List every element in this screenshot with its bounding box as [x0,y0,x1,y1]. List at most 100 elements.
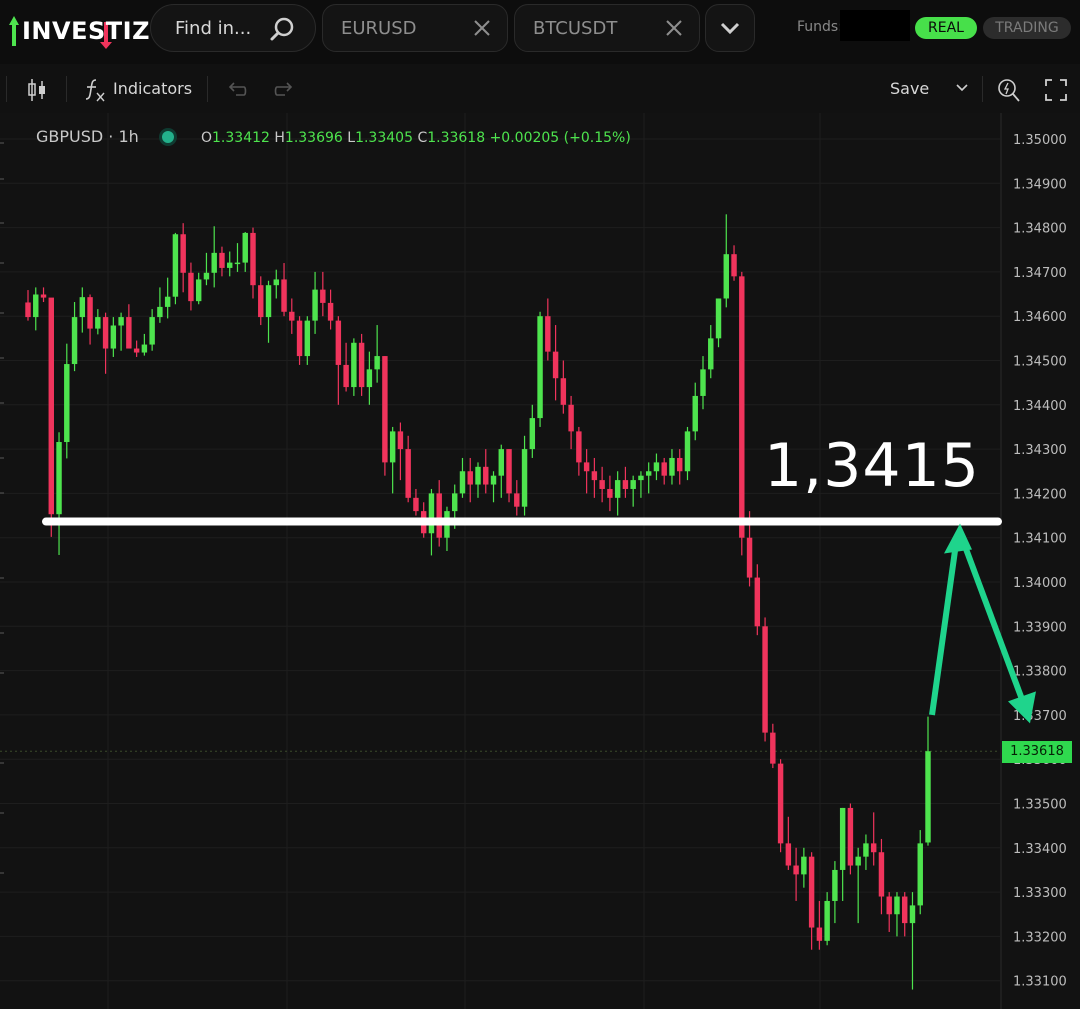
candle-body [607,488,613,498]
candle [762,617,768,742]
candle [126,304,132,349]
candle-body [576,431,582,463]
candle [731,245,737,281]
candle [808,852,815,950]
symbol-tab-label: EURUSD [341,18,417,39]
candle [320,271,326,317]
close-icon[interactable] [665,19,683,37]
candle-body [638,475,644,481]
symbol-search[interactable]: Find in... [150,4,316,52]
redo-icon[interactable] [273,80,295,98]
logo[interactable]: INVESTIZO [8,13,170,49]
candle [614,471,621,516]
candle [684,426,691,481]
candle [785,816,792,870]
toolbar-divider [66,76,67,102]
toolbar-divider [207,76,208,102]
candle-body [490,475,497,485]
candle [79,287,86,333]
candle-body [110,325,117,349]
candle [141,333,148,356]
candle [514,480,520,516]
candle-body [126,317,132,349]
trading-account-toggle[interactable]: TRADING [983,17,1071,39]
quick-search-icon[interactable] [996,76,1022,104]
candle [917,830,923,915]
function-icon [85,79,105,102]
candle [894,892,900,937]
price-tick-label: 1.34100 [1013,532,1067,547]
candle-body [669,457,675,476]
candle [312,271,318,334]
candle-body [902,896,908,924]
candle [568,395,574,450]
candle-body [118,317,124,326]
funds-value-hidden [840,10,910,41]
candle [149,309,155,351]
candle-body [273,279,279,286]
candle [847,803,854,875]
candle-type-icon[interactable] [26,77,48,103]
price-tick-label: 1.34800 [1013,222,1067,237]
candle [258,276,264,326]
candle-body [824,900,830,941]
chart-area[interactable]: 1.35000 1.34900 1.34800 1.34700 1.34600 1.345… [0,113,1080,1009]
save-menu-chevron-icon[interactable] [955,83,969,93]
candle [335,316,342,405]
price-tick-label: 1.35000 [1013,133,1067,148]
candle [739,271,745,556]
symbol-tab-btcusdt[interactable]: BTCUSDT [514,4,700,52]
candle [33,287,39,331]
candle-body [731,254,737,277]
candlestick-chart[interactable]: 1.35000 1.34900 1.34800 1.34700 1.34600 1.345… [0,113,1080,1009]
candle [801,847,807,888]
candle [863,834,869,870]
chart-toolbar: Indicators Save [0,66,1080,112]
top-bar: INVESTIZO Find in... EURUSD BTCUSDT Fund… [0,0,1080,64]
candle-body [816,927,823,941]
candle [382,356,388,476]
candle-body [645,471,652,476]
price-tick-label: 1.33400 [1013,842,1067,857]
candle [95,309,101,335]
real-account-toggle[interactable]: REAL [915,17,977,39]
price-tick-label: 1.33500 [1013,798,1067,813]
candle-body [723,254,729,299]
candle [203,252,210,286]
candle-body [227,262,233,268]
price-tick-label: 1.34500 [1013,355,1067,370]
candle-body [382,356,388,463]
candle [467,457,473,503]
candle-body [700,369,706,396]
candle-body [925,751,931,843]
save-button[interactable]: Save [890,79,929,98]
candle [498,444,504,498]
candle [583,449,590,494]
close-icon[interactable] [473,19,491,37]
legend-symbol-interval[interactable]: GBPUSD · 1h [36,127,139,146]
candle-body [211,252,217,273]
candle-body [529,418,536,450]
level-annotation-text[interactable]: 1,3415 [764,431,980,501]
candle [459,457,466,498]
candle [133,340,140,357]
candle [110,317,117,357]
candle [576,426,582,476]
fullscreen-icon[interactable] [1044,78,1068,102]
candle [366,351,373,405]
price-tick-label: 1.34600 [1013,310,1067,325]
symbol-tab-eurusd[interactable]: EURUSD [322,4,508,52]
undo-icon[interactable] [226,80,248,98]
candle-body [149,317,155,345]
drawings [42,517,1036,724]
candle-body [552,351,559,379]
candle [878,838,885,915]
candle-body [684,431,691,472]
candle [188,262,194,311]
legend-ohlc: O1.33412 H1.33696 L1.33405 C1.33618 +0.0… [201,130,631,146]
candle-body [304,320,311,357]
more-tabs-button[interactable] [705,4,755,52]
candle [777,759,784,853]
candle [374,325,380,383]
candle-body [801,856,807,875]
